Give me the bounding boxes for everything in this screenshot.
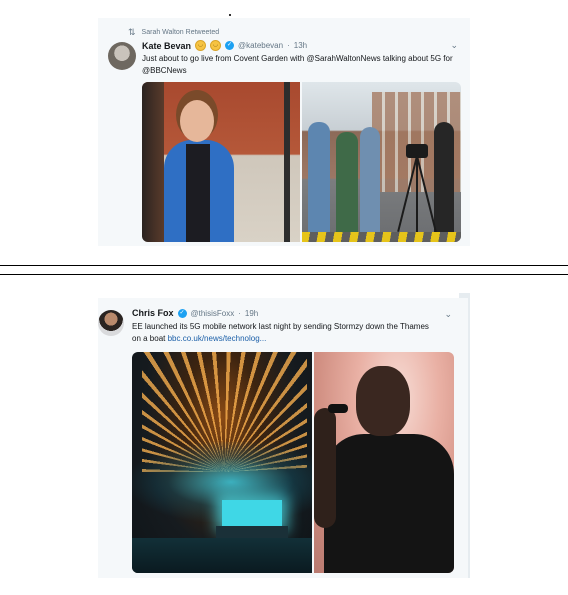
tweet-header: Kate Bevan ◡ ◡ ✓ @katebevan · 13h (142, 40, 307, 51)
retweet-icon: ⇅ (128, 27, 136, 37)
separator-dot: · (238, 308, 241, 318)
tweet-text: EE launched its 5G mobile network last n… (132, 321, 432, 345)
tweet-card-chris-fox[interactable]: Chris Fox ✓ @thisisFoxx · 19h ⌄ EE launc… (98, 298, 468, 578)
verified-badge-icon: ✓ (177, 308, 187, 318)
tweet-time[interactable]: 13h (294, 41, 307, 50)
verified-badge-icon: ✓ (225, 41, 235, 50)
tweet-text: Just about to go live from Covent Garden… (142, 54, 453, 75)
article-link[interactable]: bbc.co.uk/news/technolog... (168, 334, 267, 343)
author-name[interactable]: Chris Fox (132, 308, 174, 318)
chevron-down-icon[interactable]: ⌄ (450, 40, 458, 51)
chevron-down-icon[interactable]: ⌄ (444, 309, 452, 320)
smiling-face-emoji: ◡ (195, 40, 207, 51)
tweet-time[interactable]: 19h (245, 309, 258, 318)
divider (0, 274, 568, 275)
separator-dot: · (287, 41, 290, 50)
author-handle[interactable]: @thisisFoxx (191, 309, 235, 318)
tweet-card-kate-bevan[interactable]: ⇅ Sarah Walton Retweeted Kate Bevan ◡ ◡ … (98, 18, 470, 246)
photo-singer-with-mic[interactable] (314, 352, 454, 573)
photo-woman-blue-coat[interactable] (142, 82, 300, 242)
author-handle[interactable]: @katebevan (238, 41, 283, 50)
avatar[interactable] (98, 310, 124, 336)
divider (0, 265, 568, 266)
tweet-media-grid[interactable] (132, 352, 454, 573)
tweet-media-grid[interactable] (142, 82, 461, 242)
avatar[interactable] (108, 42, 136, 70)
photo-fireworks-boat[interactable] (132, 352, 312, 573)
retweet-label: Sarah Walton Retweeted (141, 29, 220, 36)
stray-mark (229, 14, 231, 16)
smiling-face-emoji: ◡ (210, 40, 222, 51)
author-name[interactable]: Kate Bevan (142, 41, 191, 51)
photo-street-camera-crew[interactable] (302, 82, 461, 242)
retweet-context: ⇅ Sarah Walton Retweeted (128, 27, 219, 38)
tweet-header: Chris Fox ✓ @thisisFoxx · 19h (132, 308, 258, 318)
